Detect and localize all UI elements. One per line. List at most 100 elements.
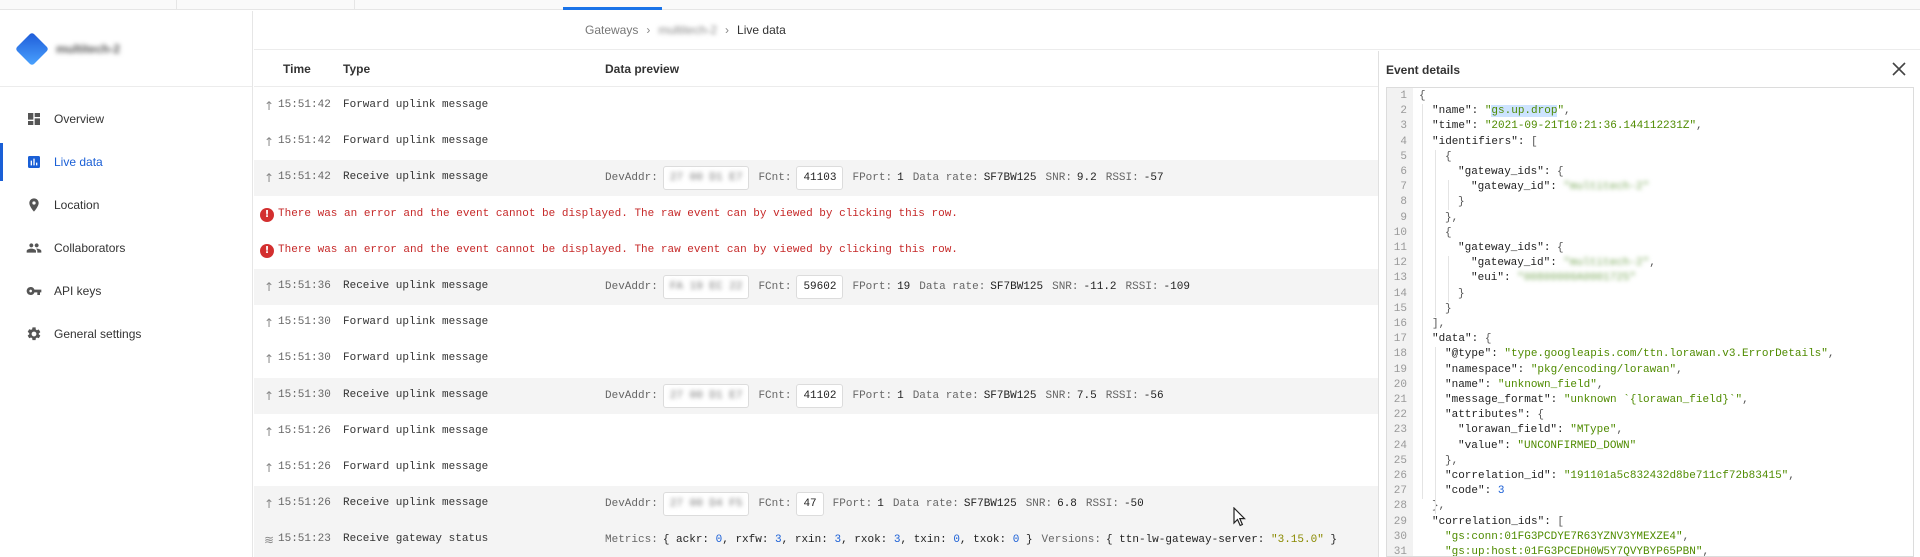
rssi-label: RSSI: xyxy=(1125,281,1159,293)
json-string: "UNCONFIRMED_DOWN" xyxy=(1517,440,1637,452)
line-number: 3 xyxy=(1400,120,1407,132)
event-time: 15:51:30 xyxy=(278,389,331,401)
people-icon xyxy=(26,240,42,256)
json-key: "code": xyxy=(1445,485,1498,497)
data-preview: DevAddr: 27 00 D4 F5 FCnt: 47 FPort: 1 Data ra… xyxy=(605,492,1153,516)
code-line: 21 "message_format": "unknown `{lorawan_f… xyxy=(1387,393,1913,408)
event-type: Forward uplink message xyxy=(343,135,489,147)
datarate-value: SF7BW125 xyxy=(983,172,1037,184)
sidebar-item-location[interactable]: Location xyxy=(0,186,252,224)
code-line: 29 "correlation_ids": [ xyxy=(1387,515,1913,530)
error-message: There was an error and the event cannot … xyxy=(278,208,958,220)
code-content: } xyxy=(1445,302,1452,317)
breadcrumb-gateway[interactable]: multitech-2 xyxy=(658,23,717,37)
table-row[interactable]: ↑ 15:51:26 Receive uplink message DevAddr: 2… xyxy=(254,486,1378,522)
code-line: 1{ xyxy=(1387,89,1913,104)
line-number: 18 xyxy=(1393,348,1407,360)
table-row[interactable]: ↑ 15:51:30 Receive uplink message DevAddr: 2… xyxy=(254,378,1378,414)
sidebar-item-general-settings[interactable]: General settings xyxy=(0,315,252,353)
active-tab-indicator xyxy=(563,7,662,10)
table-row[interactable]: ↑ 15:51:42 Forward uplink message xyxy=(254,124,1378,160)
fcnt-label: FCnt: xyxy=(758,281,792,293)
table-row[interactable]: ↑ 15:51:42 Receive uplink message DevAddr: 2… xyxy=(254,160,1378,196)
devaddr-value[interactable]: FA 19 EC 22 xyxy=(662,275,750,299)
breadcrumb-gateways[interactable]: Gateways xyxy=(585,23,638,37)
table-row[interactable]: ≋ 15:51:23 Receive gateway status Metrics: {… xyxy=(254,522,1378,557)
metric-rxok: 3 xyxy=(893,534,901,546)
breadcrumb-current: Live data xyxy=(737,23,786,37)
json-punctuation: }, xyxy=(1445,455,1459,467)
table-row[interactable]: ↑ 15:51:26 Forward uplink message xyxy=(254,450,1378,486)
close-icon[interactable] xyxy=(1889,59,1909,79)
json-key: "time": xyxy=(1432,120,1485,132)
code-content: } xyxy=(1458,287,1465,302)
code-line: 30 "gs:conn:01FG3PCDYE7R63YZNV3YMEXZE4", xyxy=(1387,530,1913,545)
version-key: ttn-lw-gateway-server xyxy=(1119,534,1258,546)
location-pin-icon xyxy=(26,197,42,213)
rssi-value: -50 xyxy=(1123,498,1144,510)
error-row[interactable]: ! There was an error and the event cannot… xyxy=(254,197,1378,233)
json-punctuation: { xyxy=(1537,409,1545,421)
json-key: "gateway_id": xyxy=(1471,257,1564,269)
rssi-value: -56 xyxy=(1143,390,1164,402)
line-number: 1 xyxy=(1400,90,1407,102)
code-content: { xyxy=(1445,150,1452,165)
event-time: 15:51:23 xyxy=(278,533,331,545)
code-content: "name": "unknown_field", xyxy=(1445,378,1603,393)
json-key: "name": xyxy=(1432,105,1485,117)
fcnt-value[interactable]: 41102 xyxy=(796,384,844,408)
line-number: 19 xyxy=(1393,364,1407,376)
devaddr-value[interactable]: 27 00 D1 E7 xyxy=(662,166,750,190)
table-row[interactable]: ↑ 15:51:26 Forward uplink message xyxy=(254,414,1378,450)
json-punctuation: { xyxy=(1445,227,1452,239)
code-content: "gateway_id": "multitech-2" xyxy=(1471,180,1649,195)
arrow-up-icon: ↑ xyxy=(263,425,275,439)
table-row[interactable]: ↑ 15:51:42 Forward uplink message xyxy=(254,88,1378,124)
sidebar-item-live-data[interactable]: Live data xyxy=(0,143,252,181)
json-key: "gateway_id": xyxy=(1471,181,1564,193)
snr-label: SNR: xyxy=(1045,390,1072,402)
sidebar-item-api-keys[interactable]: API keys xyxy=(0,272,252,310)
json-punctuation: , xyxy=(1649,257,1656,269)
wifi-icon: ≋ xyxy=(263,533,275,547)
event-time: 15:51:42 xyxy=(278,171,331,183)
sidebar-item-label: General settings xyxy=(54,327,142,341)
sidebar-item-collaborators[interactable]: Collaborators xyxy=(0,229,252,267)
rssi-label: RSSI: xyxy=(1105,390,1139,402)
fcnt-value[interactable]: 47 xyxy=(796,492,824,516)
code-content: }, xyxy=(1432,499,1445,514)
code-line: 2 "name": "gs.up.drop", xyxy=(1387,104,1913,119)
json-punctuation: { xyxy=(1557,166,1564,178)
code-line: 6 "gateway_ids": { xyxy=(1387,165,1913,180)
column-header-time[interactable]: Time xyxy=(283,62,311,76)
column-header-data-preview: Data preview xyxy=(605,61,680,76)
code-line: 23 "lorawan_field": "MType", xyxy=(1387,423,1913,438)
line-number: 23 xyxy=(1393,424,1407,436)
snr-value: 9.2 xyxy=(1076,172,1097,184)
devaddr-value[interactable]: 27 00 D4 F5 xyxy=(662,492,750,516)
event-time: 15:51:42 xyxy=(278,135,331,147)
error-row[interactable]: ! There was an error and the event cannot… xyxy=(254,233,1378,269)
code-content: "eui": "00800000A0001725" xyxy=(1471,271,1636,286)
json-punctuation: , xyxy=(1742,394,1749,406)
devaddr-text: 27 00 D1 E7 xyxy=(669,172,743,184)
fcnt-value[interactable]: 59602 xyxy=(796,275,844,299)
table-row[interactable]: ↑ 15:51:36 Receive uplink message DevAddr: F… xyxy=(254,269,1378,305)
devaddr-value[interactable]: 27 00 D1 E7 xyxy=(662,384,750,408)
event-type: Forward uplink message xyxy=(343,352,489,364)
devaddr-label: DevAddr: xyxy=(605,281,658,293)
devaddr-label: DevAddr: xyxy=(605,172,658,184)
json-punctuation: [ xyxy=(1557,516,1565,528)
line-number: 30 xyxy=(1393,531,1407,543)
table-row[interactable]: ↑ 15:51:30 Forward uplink message xyxy=(254,341,1378,377)
sidebar-item-overview[interactable]: Overview xyxy=(0,100,252,138)
sidebar-item-label: Collaborators xyxy=(54,241,126,255)
code-line: 10 { xyxy=(1387,226,1913,241)
fcnt-value[interactable]: 41103 xyxy=(796,166,844,190)
json-punctuation: { xyxy=(1445,151,1452,163)
json-viewer[interactable]: 1{2 "name": "gs.up.drop", 3 "time": "2021-0… xyxy=(1386,87,1914,557)
table-row[interactable]: ↑ 15:51:30 Forward uplink message xyxy=(254,305,1378,341)
gateway-logo-icon xyxy=(15,31,49,66)
json-punctuation: } xyxy=(1458,288,1465,300)
column-header-type[interactable]: Type xyxy=(343,62,370,76)
